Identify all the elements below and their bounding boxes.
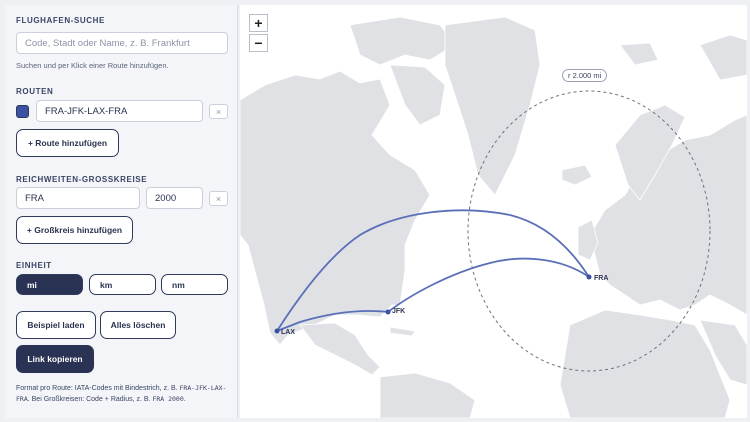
unit-option-nm[interactable]: nm xyxy=(161,274,228,295)
circle-airport-input[interactable]: FRA xyxy=(16,187,140,209)
format-help-part-2: . Bei Großkreisen: Code + Radius, z. B. xyxy=(27,396,153,403)
caribbean-land xyxy=(389,326,416,337)
airport-marker-lax[interactable] xyxy=(274,328,280,334)
unit-option-mi[interactable]: mi xyxy=(16,274,83,295)
novaya-zemlya-land xyxy=(699,34,747,81)
clear-all-button[interactable]: Alles löschen xyxy=(100,311,176,339)
airport-label-jfk: JFK xyxy=(392,308,406,315)
baffin-land xyxy=(389,64,446,126)
remove-circle-button[interactable]: × xyxy=(209,191,228,206)
south-america-land xyxy=(379,372,476,418)
zoom-in-button[interactable]: + xyxy=(249,14,268,32)
airport-search-input[interactable]: Code, Stadt oder Name, z. B. Frankfurt xyxy=(16,32,228,54)
route-color-swatch[interactable] xyxy=(16,105,29,118)
svalbard-land xyxy=(619,42,659,66)
zoom-out-button[interactable]: − xyxy=(249,34,268,52)
remove-route-button[interactable]: × xyxy=(209,104,228,119)
airport-search-hint: Suchen und per Klick einer Route hinzufü… xyxy=(16,61,169,70)
format-help-part-1: Format pro Route: IATA-Codes mit Bindest… xyxy=(16,385,180,392)
airport-marker-fra[interactable] xyxy=(586,274,592,280)
arctic-islands-land xyxy=(349,16,456,66)
unit-heading: EINHEIT xyxy=(16,261,52,270)
routes-heading: ROUTEN xyxy=(16,87,54,96)
world-map[interactable]: FRA JFK LAX r 2.000 mi + − xyxy=(240,5,747,418)
central-america-land xyxy=(299,322,381,376)
control-panel: FLUGHAFEN-SUCHE Code, Stadt oder Name, z… xyxy=(5,5,238,418)
range-circle-radius-label: r 2.000 mi xyxy=(562,69,608,82)
circle-radius-input[interactable]: 2000 xyxy=(146,187,203,209)
format-help-part-3: . xyxy=(183,396,186,403)
circles-heading: REICHWEITEN-GROSSKREISE xyxy=(16,175,148,184)
format-help-text: Format pro Route: IATA-Codes mit Bindest… xyxy=(16,383,228,405)
iceland-land xyxy=(561,164,593,186)
format-help-circle-example: FRA 2000 xyxy=(152,395,184,403)
add-route-button[interactable]: + Route hinzufügen xyxy=(16,129,119,157)
north-america-land xyxy=(240,70,431,346)
add-circle-button[interactable]: + Großkreis hinzufügen xyxy=(16,216,133,244)
airport-label-fra: FRA xyxy=(594,275,609,282)
airport-marker-jfk[interactable] xyxy=(385,309,391,315)
map-canvas[interactable] xyxy=(240,5,747,418)
airport-search-heading: FLUGHAFEN-SUCHE xyxy=(16,16,105,25)
copy-link-button[interactable]: Link kopieren xyxy=(16,345,94,373)
load-example-button[interactable]: Beispiel laden xyxy=(16,311,96,339)
greenland-land xyxy=(444,16,541,196)
unit-option-km[interactable]: km xyxy=(89,274,156,295)
route-segment-fra-jfk xyxy=(387,257,590,313)
route-input[interactable]: FRA-JFK-LAX-FRA xyxy=(36,100,203,122)
land-masses xyxy=(240,16,747,418)
airport-label-lax: LAX xyxy=(281,329,295,336)
